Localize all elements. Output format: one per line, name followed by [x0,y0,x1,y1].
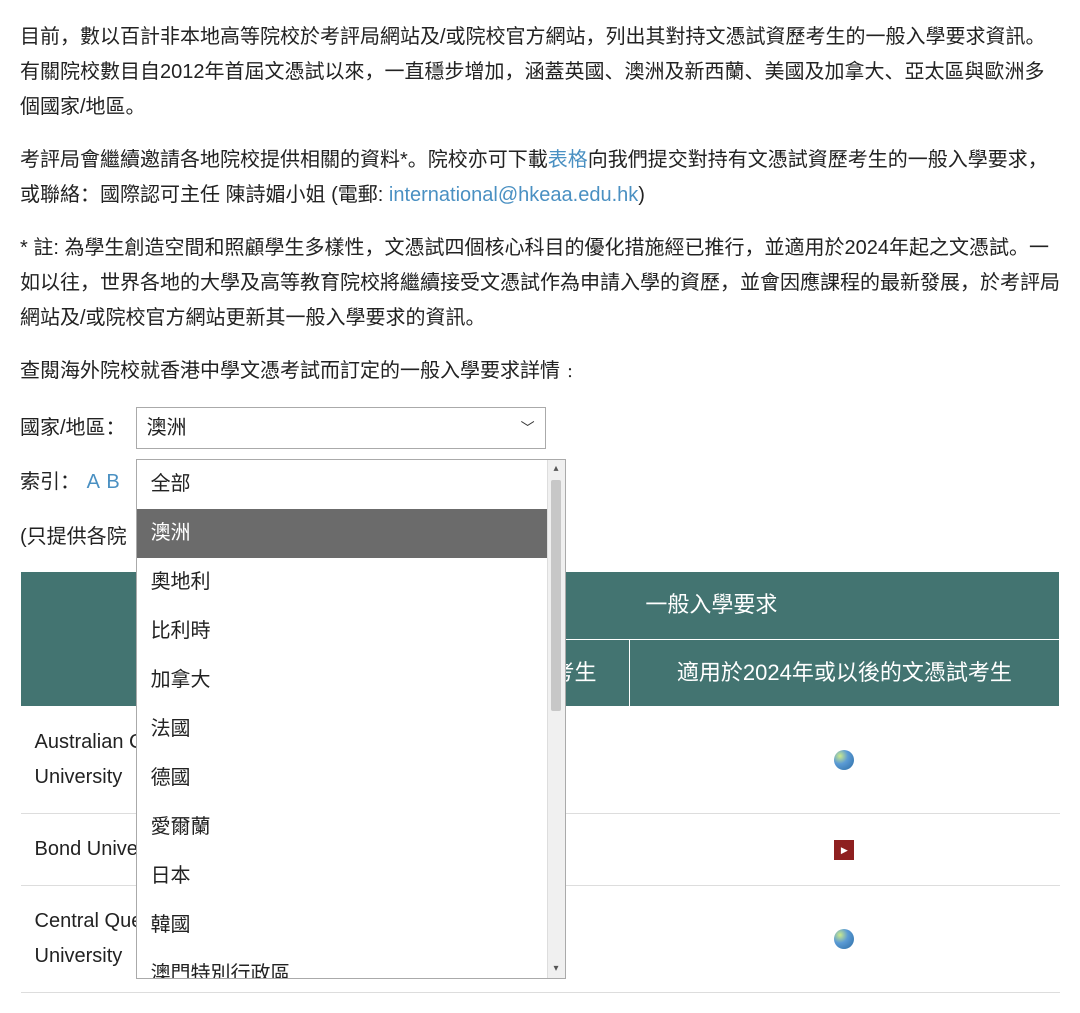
country-select-wrap: 澳洲 ﹀ 全部澳洲奧地利比利時加拿大法國德國愛爾蘭日本韓國澳門特別行政區馬來西亞… [136,407,546,449]
p2-text-c: ) [638,184,645,206]
req-post-cell [629,814,1059,886]
pdf-icon[interactable] [834,840,854,860]
intro-paragraph-2: 考評局會繼續邀請各地院校提供相關的資料*。院校亦可下載表格向我們提交對持有文憑試… [20,143,1060,213]
country-option-4[interactable]: 加拿大 [137,656,547,705]
index-letters: A B [86,471,127,493]
country-select-value: 澳洲 [147,411,187,446]
country-field-row: 國家/地區： 澳洲 ﹀ 全部澳洲奧地利比利時加拿大法國德國愛爾蘭日本韓國澳門特別… [20,407,1060,449]
country-option-8[interactable]: 日本 [137,852,547,901]
index-letter-B[interactable]: B [106,471,125,493]
note-paragraph: * 註: 為學生創造空間和照顧學生多樣性，文憑試四個核心科目的優化措施經已推行，… [20,231,1060,336]
country-dropdown-panel: 全部澳洲奧地利比利時加拿大法國德國愛爾蘭日本韓國澳門特別行政區馬來西亞新西蘭新加… [136,459,566,979]
country-option-10[interactable]: 澳門特別行政區 [137,950,547,978]
country-label: 國家/地區： [20,411,126,446]
lookup-paragraph: 查閱海外院校就香港中學文憑考試而訂定的一般入學要求詳情﹕ [20,354,1060,389]
country-option-5[interactable]: 法國 [137,705,547,754]
country-option-2[interactable]: 奧地利 [137,558,547,607]
email-link[interactable]: international@hkeaa.edu.hk [389,184,638,206]
index-letter-A[interactable]: A [87,471,105,493]
scroll-thumb[interactable] [551,480,561,711]
country-option-7[interactable]: 愛爾蘭 [137,803,547,852]
globe-icon[interactable] [834,929,854,949]
p2-text-a: 考評局會繼續邀請各地院校提供相關的資料*。院校亦可下載 [20,149,548,171]
dropdown-scrollbar[interactable]: ▴ ▾ [547,460,565,978]
header-post-2024: 適用於2024年或以後的文憑試考生 [629,639,1059,707]
globe-icon[interactable] [834,750,854,770]
scroll-track[interactable] [548,478,565,960]
form-link[interactable]: 表格 [548,149,588,171]
chevron-down-icon: ﹀ [521,416,535,441]
country-option-0[interactable]: 全部 [137,460,547,509]
country-select[interactable]: 澳洲 ﹀ [136,407,546,449]
intro-paragraph-1: 目前，數以百計非本地高等院校於考評局網站及/或院校官方網站，列出其對持文憑試資歷… [20,20,1060,125]
country-dropdown-list: 全部澳洲奧地利比利時加拿大法國德國愛爾蘭日本韓國澳門特別行政區馬來西亞新西蘭新加… [137,460,547,978]
country-option-6[interactable]: 德國 [137,754,547,803]
scroll-up-button[interactable]: ▴ [548,460,565,478]
country-option-1[interactable]: 澳洲 [137,509,547,558]
scroll-down-button[interactable]: ▾ [548,960,565,978]
country-option-9[interactable]: 韓國 [137,901,547,950]
index-label: 索引： [20,471,80,493]
req-post-cell [629,886,1059,993]
req-post-cell [629,707,1059,814]
country-option-3[interactable]: 比利時 [137,607,547,656]
